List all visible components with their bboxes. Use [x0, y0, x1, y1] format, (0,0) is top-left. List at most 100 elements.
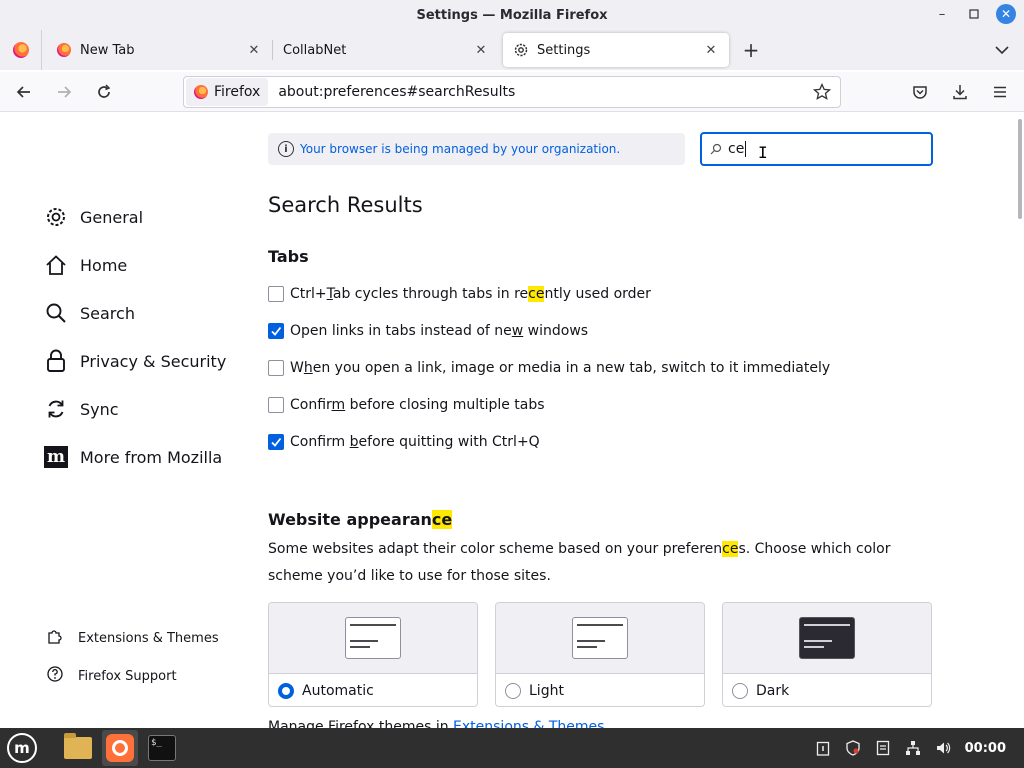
chevron-down-icon [995, 46, 1009, 55]
option-open-links-in-tabs[interactable]: Open links in tabs instead of new window… [268, 312, 948, 349]
manage-text: Manage Firefox themes in [268, 719, 449, 728]
tab-new-tab[interactable]: New Tab ✕ [46, 33, 272, 67]
close-tab-icon[interactable]: ✕ [703, 43, 719, 58]
nav-bar: Firefox about:preferences#searchResults [0, 72, 1024, 112]
scrollbar[interactable] [1018, 119, 1022, 219]
close-window-button[interactable]: ✕ [996, 4, 1016, 24]
close-tab-icon[interactable]: ✕ [473, 43, 489, 58]
tab-settings[interactable]: Settings ✕ [503, 33, 729, 67]
update-manager-icon[interactable] [875, 740, 891, 756]
sidebar-item-general[interactable]: General [44, 193, 244, 241]
new-tab-button[interactable]: + [735, 34, 767, 66]
identity-box[interactable]: Firefox [186, 78, 269, 106]
window-controls: – ✕ [932, 4, 1016, 24]
maximize-button[interactable] [964, 4, 984, 24]
scheme-label: Automatic [302, 683, 374, 699]
scheme-preview [723, 603, 931, 674]
extensions-themes-link[interactable]: Extensions & Themes [46, 619, 246, 657]
forward-button[interactable] [48, 76, 80, 108]
menu-button[interactable] [984, 76, 1016, 108]
volume-icon[interactable] [935, 740, 951, 756]
sync-icon [44, 397, 68, 421]
back-button[interactable] [8, 76, 40, 108]
firefox-icon [106, 734, 134, 762]
checkbox[interactable] [268, 396, 284, 413]
scheme-option[interactable]: Dark [723, 674, 931, 706]
sidebar-item-label: General [80, 207, 144, 227]
taskbar-files-app[interactable] [60, 730, 96, 766]
website-appearance-description: Some websites adapt their color scheme b… [268, 541, 891, 584]
sidebar-item-label: Sync [80, 399, 119, 419]
url-bar[interactable]: Firefox about:preferences#searchResults [183, 76, 841, 108]
checkbox[interactable] [268, 285, 284, 302]
system-tray: 00:00 [815, 728, 1006, 768]
forward-arrow-icon [58, 85, 72, 98]
scheme-preview [496, 603, 704, 674]
scheme-dark[interactable]: Dark [722, 602, 932, 707]
option-label: Confirm before quitting with Ctrl+Q [290, 433, 540, 450]
radio[interactable] [732, 683, 748, 699]
scheme-label: Light [529, 683, 564, 699]
downloads-button[interactable] [944, 76, 976, 108]
toolbar-right [900, 76, 1016, 108]
category-sidebar: General Home Search Privacy & Security S… [44, 193, 244, 481]
tab-collabnet[interactable]: CollabNet ✕ [273, 33, 499, 67]
footer-item-label: Extensions & Themes [78, 630, 219, 646]
radio-selected[interactable] [278, 683, 294, 699]
pocket-icon [913, 86, 927, 99]
page-title: Search Results [268, 193, 423, 217]
sidebar-item-more-from-mozilla[interactable]: m More from Mozilla [44, 433, 244, 481]
download-icon [953, 85, 967, 100]
sidebar-item-search[interactable]: Search [44, 289, 244, 337]
option-label: When you open a link, image or media in … [290, 359, 831, 376]
sidebar-item-sync[interactable]: Sync [44, 385, 244, 433]
star-icon [813, 83, 831, 100]
managed-text[interactable]: Your browser is being managed by your or… [300, 142, 620, 156]
close-tab-icon[interactable]: ✕ [246, 43, 262, 58]
minimize-button[interactable]: – [932, 4, 952, 24]
option-ctrl-tab-recent[interactable]: Ctrl+Tab cycles through tabs in recently… [268, 275, 948, 312]
start-menu-button[interactable]: m [0, 728, 44, 768]
managed-policy-banner[interactable]: i Your browser is being managed by your … [268, 133, 685, 165]
identity-label: Firefox [214, 84, 261, 100]
scheme-option[interactable]: Light [496, 674, 704, 706]
scheme-label: Dark [756, 683, 790, 699]
tabs-group-title: Tabs [268, 247, 309, 266]
firefox-icon [12, 42, 29, 58]
sidebar-item-home[interactable]: Home [44, 241, 244, 289]
scheme-option[interactable]: Automatic [269, 674, 477, 706]
extensions-themes-inline-link[interactable]: Extensions & Themes [453, 719, 604, 728]
pocket-button[interactable] [904, 76, 936, 108]
network-icon[interactable] [905, 740, 921, 756]
maximize-icon [969, 9, 979, 19]
hamburger-menu-icon [994, 86, 1006, 98]
option-confirm-quit[interactable]: Confirm before quitting with Ctrl+Q [268, 423, 948, 460]
scheme-automatic[interactable]: Automatic [268, 602, 478, 707]
tab-label: CollabNet [283, 42, 347, 58]
checkbox-checked[interactable] [268, 433, 284, 450]
gear-icon [513, 42, 529, 58]
option-confirm-close-multiple[interactable]: Confirm before closing multiple tabs [268, 386, 948, 423]
bookmark-star-button[interactable] [808, 83, 836, 101]
option-label: Open links in tabs instead of new window… [290, 322, 589, 339]
taskbar: m $_ 00:00 [0, 728, 1024, 768]
option-switch-to-new-tab[interactable]: When you open a link, image or media in … [268, 349, 948, 386]
scheme-light[interactable]: Light [495, 602, 705, 707]
reload-button[interactable] [88, 76, 120, 108]
url-text[interactable]: about:preferences#searchResults [278, 84, 808, 100]
settings-search-input[interactable]: ce [700, 132, 933, 166]
folder-icon [64, 733, 92, 759]
firefox-support-link[interactable]: Firefox Support [46, 657, 246, 695]
sidebar-item-privacy[interactable]: Privacy & Security [44, 337, 244, 385]
clipboard-icon[interactable] [815, 740, 831, 756]
shield-icon[interactable] [845, 740, 861, 756]
pinned-tab[interactable] [0, 30, 42, 70]
clock[interactable]: 00:00 [965, 741, 1006, 756]
taskbar-terminal-app[interactable]: $_ [144, 730, 180, 766]
plus-icon: + [742, 38, 760, 62]
taskbar-firefox-app[interactable] [102, 730, 138, 766]
checkbox-checked[interactable] [268, 322, 284, 339]
radio[interactable] [505, 683, 521, 699]
checkbox[interactable] [268, 359, 284, 376]
list-all-tabs-button[interactable] [990, 38, 1014, 62]
